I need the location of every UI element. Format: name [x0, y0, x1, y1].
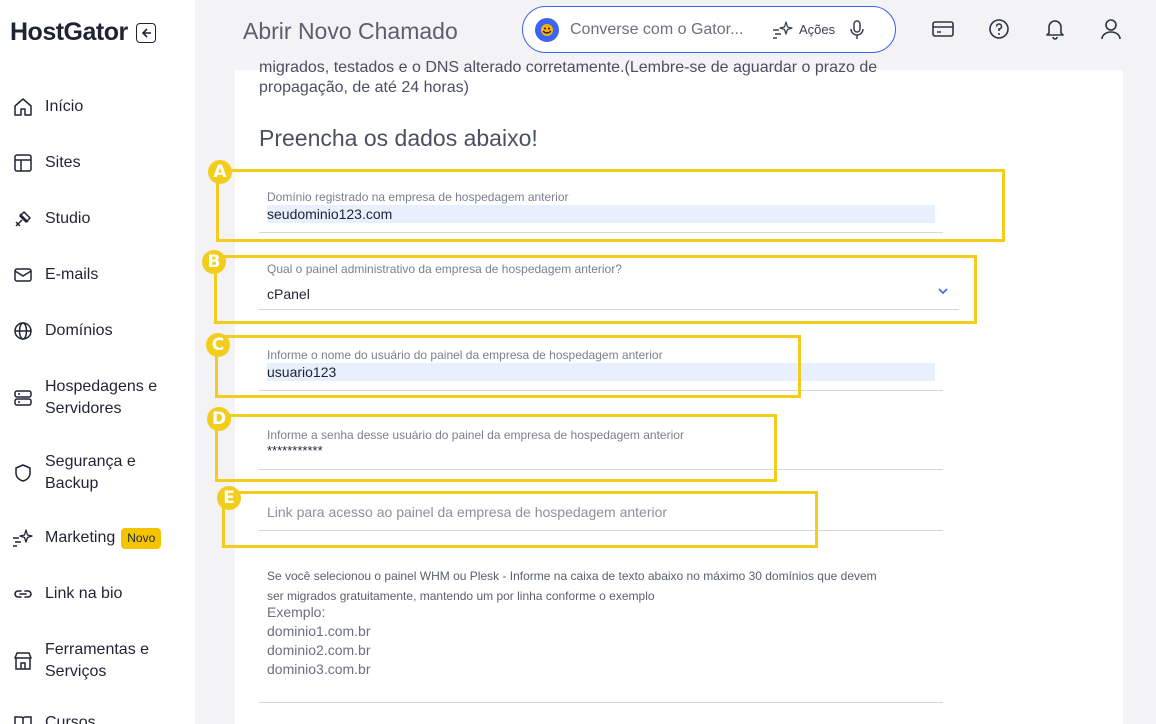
sidebar: HostGator Início Sites Studio E-mails Do…	[0, 0, 195, 724]
domains-textarea-underline	[259, 702, 943, 703]
domains-help-text: Se você selecionou o painel WHM ou Plesk…	[267, 566, 947, 606]
gator-avatar-icon	[535, 17, 559, 42]
annotation-marker-b: B	[202, 250, 226, 274]
globe-icon	[12, 320, 34, 342]
sidebar-item-label: Link na bio	[45, 585, 123, 602]
book-icon	[12, 712, 34, 724]
user-icon[interactable]	[1099, 17, 1123, 41]
annotation-box-c	[215, 335, 801, 398]
brand-logo[interactable]: HostGator	[10, 18, 128, 47]
layout-icon	[12, 152, 34, 174]
annotation-box-a	[216, 169, 1005, 242]
link-icon	[12, 583, 34, 605]
brush-icon	[12, 208, 34, 230]
help-icon[interactable]	[987, 17, 1011, 41]
annotation-marker-d: D	[207, 407, 231, 431]
help-line: Se você selecionou o painel WHM ou Plesk…	[267, 569, 877, 583]
sidebar-item-label: Sites	[45, 154, 81, 171]
intro-text: migrados, testados e o DNS alterado corr…	[259, 58, 959, 98]
domains-textarea-example[interactable]: Exemplo: dominio1.com.br dominio2.com.br…	[267, 603, 371, 679]
store-icon	[12, 650, 34, 672]
sidebar-item-inicio[interactable]: Início	[0, 96, 195, 118]
sidebar-item-label: Cursos	[45, 714, 96, 724]
sidebar-item-label: Segurança e Backup	[45, 453, 136, 492]
section-title: Preencha os dados abaixo!	[259, 125, 538, 151]
example-line: Exemplo:	[267, 604, 326, 620]
sidebar-item-sites[interactable]: Sites	[0, 152, 195, 174]
sidebar-item-label: Domínios	[45, 322, 113, 339]
annotation-marker-a: A	[208, 160, 232, 184]
sparkle-icon	[773, 20, 793, 39]
sidebar-item-emails[interactable]: E-mails	[0, 264, 195, 286]
sidebar-item-label: Ferramentas e Serviços	[45, 641, 150, 680]
credit-card-icon[interactable]	[931, 17, 955, 41]
sidebar-item-label: E-mails	[45, 266, 99, 283]
home-icon	[12, 96, 34, 118]
gator-chat-placeholder: Converse com o Gator...	[570, 20, 744, 38]
sidebar-item-label: Início	[45, 98, 84, 115]
annotation-box-e	[222, 491, 818, 548]
shield-icon	[12, 462, 34, 484]
sidebar-item-studio[interactable]: Studio	[0, 208, 195, 230]
page-title: Abrir Novo Chamado	[243, 18, 458, 44]
microphone-icon[interactable]	[849, 19, 865, 40]
sidebar-item-link-na-bio[interactable]: Link na bio	[0, 583, 195, 605]
actions-label: Ações	[799, 22, 836, 37]
sidebar-item-cursos[interactable]: Cursos	[0, 712, 195, 724]
sidebar-item-dominios[interactable]: Domínios	[0, 320, 195, 342]
sparkle-icon	[12, 527, 34, 549]
bell-icon[interactable]	[1043, 17, 1067, 41]
annotation-box-d	[215, 414, 777, 482]
sidebar-item-ferramentas[interactable]: Ferramentas e Serviços	[0, 639, 195, 683]
sidebar-item-hospedagens[interactable]: Hospedagens e Servidores	[0, 376, 195, 420]
intro-line: propagação, de até 24 horas)	[259, 79, 469, 96]
example-line: dominio3.com.br	[267, 661, 371, 677]
collapse-sidebar-icon[interactable]	[135, 22, 156, 43]
sidebar-item-marketing[interactable]: Marketing Novo	[0, 527, 195, 549]
example-line: dominio1.com.br	[267, 623, 371, 639]
mail-icon	[12, 264, 34, 286]
annotation-box-b	[214, 255, 977, 324]
annotation-marker-e: E	[217, 486, 241, 510]
actions-button[interactable]: Ações	[772, 20, 835, 40]
sidebar-item-label: Studio	[45, 210, 91, 227]
sidebar-item-seguranca[interactable]: Segurança e Backup	[0, 451, 195, 495]
sidebar-item-label: Hospedagens e Servidores	[45, 378, 158, 417]
example-line: dominio2.com.br	[267, 642, 371, 658]
sidebar-item-label: Marketing	[45, 529, 116, 546]
brand: HostGator	[10, 18, 156, 47]
new-badge: Novo	[121, 527, 162, 549]
intro-line: migrados, testados e o DNS alterado corr…	[259, 59, 878, 76]
gator-chat-input[interactable]: Converse com o Gator... Ações	[522, 6, 896, 53]
annotation-marker-c: C	[206, 333, 230, 357]
server-icon	[12, 387, 34, 409]
